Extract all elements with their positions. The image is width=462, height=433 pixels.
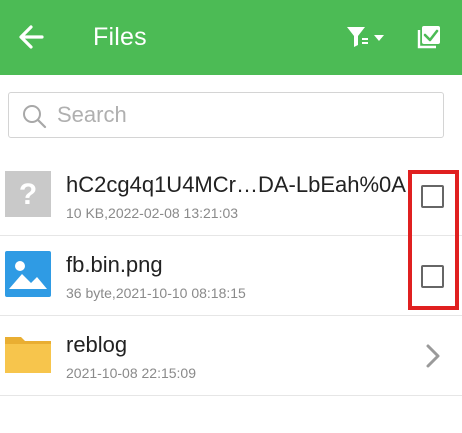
file-name: hC2cg4q1U4MCr…DA-LbEah%0A: [66, 172, 406, 197]
folder-name: reblog: [66, 332, 128, 357]
back-button[interactable]: [14, 20, 50, 54]
select-all-icon: [417, 26, 440, 49]
chevron-right-icon[interactable]: [422, 341, 444, 371]
filter-icon: [347, 27, 384, 47]
search-bar: [8, 92, 444, 138]
file-meta: 10 KB,2022-02-08 13:21:03: [66, 205, 239, 221]
file-row[interactable]: ? hC2cg4q1U4MCr…DA-LbEah%0A 10 KB,2022-0…: [0, 156, 462, 236]
unknown-file-icon: ?: [5, 171, 51, 217]
folder-row[interactable]: reblog 2021-10-08 22:15:09: [0, 316, 462, 396]
file-checkbox[interactable]: [421, 265, 444, 288]
folder-icon: [5, 337, 51, 373]
select-all-button[interactable]: [414, 20, 450, 54]
file-list: ? hC2cg4q1U4MCr…DA-LbEah%0A 10 KB,2022-0…: [0, 156, 462, 396]
page-title: Files: [93, 23, 147, 51]
file-meta: 36 byte,2021-10-10 08:18:15: [66, 285, 246, 301]
search-input[interactable]: [57, 97, 427, 133]
folder-meta: 2021-10-08 22:15:09: [66, 365, 196, 381]
file-row[interactable]: fb.bin.png 36 byte,2021-10-10 08:18:15: [0, 236, 462, 316]
search-icon: [23, 105, 47, 129]
file-checkbox[interactable]: [421, 185, 444, 208]
back-arrow-icon: [19, 25, 44, 49]
filter-button[interactable]: [344, 20, 390, 54]
svg-text:?: ?: [19, 178, 37, 211]
image-file-icon: [5, 251, 51, 297]
app-bar: Files: [0, 0, 462, 75]
file-name: fb.bin.png: [66, 252, 163, 277]
